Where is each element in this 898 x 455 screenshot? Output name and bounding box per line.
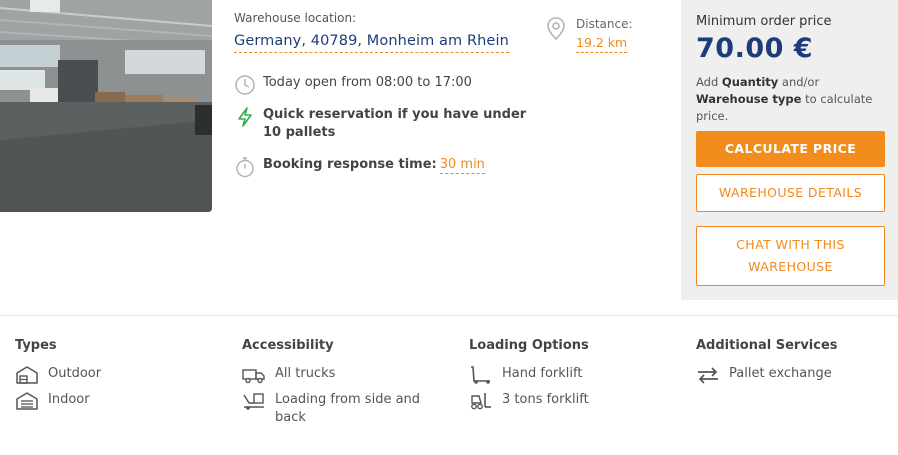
- quick-reservation-text: Quick reservation if you have under 10 p…: [263, 107, 527, 140]
- loading-options-title: Loading Options: [469, 338, 589, 353]
- map-pin-icon: [547, 17, 565, 41]
- distance-value[interactable]: 19.2 km: [576, 35, 628, 53]
- loading-dock-icon: [243, 393, 264, 410]
- booking-response-label: Booking response time:: [263, 157, 437, 172]
- section-divider: [0, 315, 898, 316]
- loading-options-section: Loading Options Hand forklift 3 tons for…: [469, 338, 679, 417]
- accessibility-item-loading: Loading from side and back: [242, 391, 452, 427]
- opening-hours-text: Today open from 08:00 to 17:00: [263, 75, 472, 90]
- loading-item-forklift: 3 tons forklift: [469, 391, 679, 411]
- calculate-price-button[interactable]: CALCULATE PRICE: [696, 131, 885, 167]
- location-link[interactable]: Germany, 40789, Monheim am Rhein: [234, 32, 509, 53]
- quick-reservation: Quick reservation if you have under 10 p…: [234, 106, 534, 142]
- minimum-price-value: 70.00 €: [696, 33, 814, 64]
- booking-response-value[interactable]: 30 min: [439, 157, 485, 174]
- lightning-icon: [238, 107, 252, 127]
- warehouse-photo[interactable]: [0, 0, 212, 212]
- type-item-outdoor: Outdoor: [15, 365, 225, 385]
- warehouse-info: Warehouse location: Germany, 40789, Monh…: [234, 0, 674, 300]
- chat-warehouse-button[interactable]: CHAT WITH THIS WAREHOUSE: [696, 226, 885, 286]
- price-panel: Minimum order price 70.00 € Add Quantity…: [681, 0, 898, 300]
- outdoor-warehouse-icon: [16, 366, 38, 384]
- service-item-pallet-exchange: Pallet exchange: [696, 365, 898, 385]
- quantity-term: Quantity: [721, 75, 779, 89]
- location-label: Warehouse location:: [234, 11, 357, 25]
- warehouse-type-term: Warehouse type: [696, 92, 802, 106]
- accessibility-section: Accessibility All trucks Loading from si…: [242, 338, 452, 433]
- type-item-indoor: Indoor: [15, 391, 225, 411]
- exchange-arrows-icon: [698, 367, 718, 384]
- loading-item-hand-forklift: Hand forklift: [469, 365, 679, 385]
- types-section: Types Outdoor Indoor: [15, 338, 225, 417]
- types-title: Types: [15, 338, 57, 353]
- indoor-warehouse-icon: [16, 392, 38, 410]
- distance-label: Distance:: [576, 17, 633, 31]
- accessibility-item-trucks: All trucks: [242, 365, 452, 385]
- hand-forklift-icon: [471, 366, 490, 384]
- opening-hours: Today open from 08:00 to 17:00: [234, 74, 472, 96]
- additional-services-section: Additional Services Pallet exchange: [696, 338, 898, 391]
- booking-response: Booking response time: 30 min: [234, 156, 485, 178]
- minimum-price-label: Minimum order price: [696, 14, 832, 29]
- stopwatch-icon: [236, 157, 254, 178]
- truck-icon: [242, 369, 265, 384]
- forklift-icon: [471, 393, 491, 410]
- accessibility-title: Accessibility: [242, 338, 334, 353]
- additional-services-title: Additional Services: [696, 338, 838, 353]
- price-note: Add Quantity and/or Warehouse type to ca…: [696, 75, 873, 123]
- clock-icon: [235, 75, 255, 95]
- warehouse-details-button[interactable]: WAREHOUSE DETAILS: [696, 174, 885, 212]
